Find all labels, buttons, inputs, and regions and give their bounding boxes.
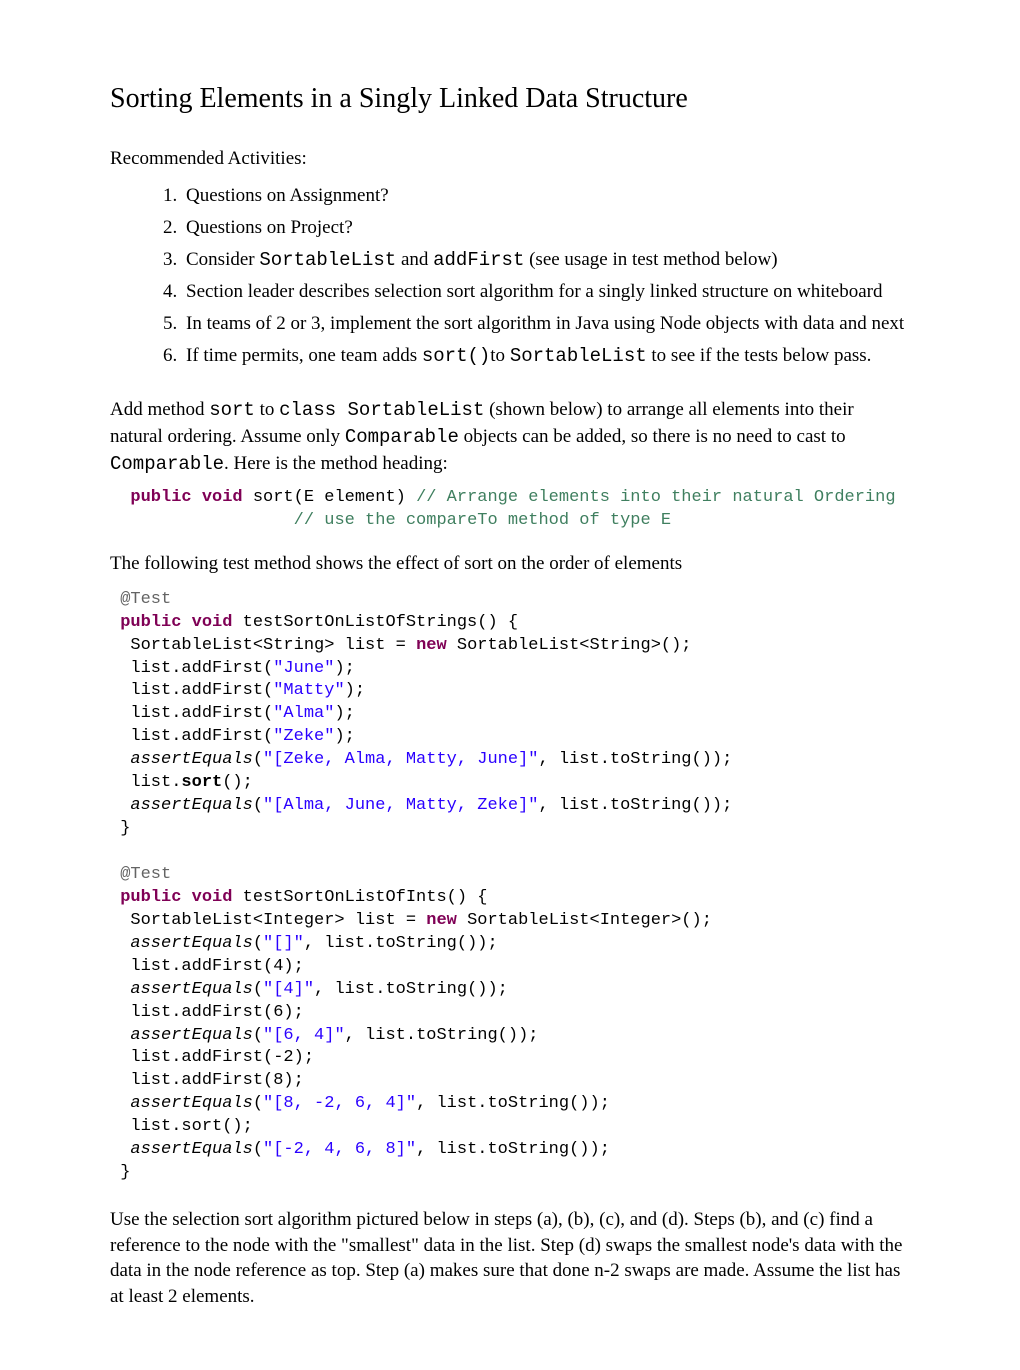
body-text: to (255, 399, 279, 420)
code-inline: class SortableList (279, 399, 484, 421)
code-inline: SortableList (510, 345, 647, 367)
list-text: to (490, 345, 510, 366)
code-bold: sort (181, 773, 222, 792)
code-text: } (110, 1163, 130, 1182)
code-italic: assertEquals (130, 980, 252, 999)
code-text: list.addFirst(6); (110, 1003, 304, 1022)
code-text: ); (334, 727, 354, 746)
body-text: . Here is the method heading: (224, 453, 448, 474)
code-keyword: new (416, 636, 447, 655)
body-paragraph: Add method sort to class SortableList (s… (110, 397, 910, 477)
code-italic: assertEquals (130, 750, 252, 769)
body-paragraph: Use the selection sort algorithm picture… (110, 1207, 910, 1310)
list-text: If time permits, one team adds (186, 345, 422, 366)
code-annotation: @Test (120, 590, 171, 609)
code-string: "[-2, 4, 6, 8]" (263, 1140, 416, 1159)
code-string: "[Zeke, Alma, Matty, June]" (263, 750, 538, 769)
list-item: Questions on Project? (182, 215, 910, 241)
code-annotation: @Test (120, 865, 171, 884)
code-text: , list.toString()); (304, 934, 498, 953)
code-text: , list.toString()); (416, 1140, 610, 1159)
code-text: list.addFirst(-2); (110, 1048, 314, 1067)
code-text: sort(E element) (243, 488, 416, 507)
code-string: "[4]" (263, 980, 314, 999)
code-comment: // use the compareTo method of type E (294, 511, 671, 530)
code-italic: assertEquals (130, 1094, 252, 1113)
code-text: ( (253, 934, 263, 953)
list-text: (see usage in test method below) (524, 249, 777, 270)
code-text: SortableList<String>(); (447, 636, 692, 655)
code-text: list. (110, 773, 181, 792)
code-block: @Test public void testSortOnListOfString… (110, 589, 910, 1185)
code-italic: assertEquals (130, 1140, 252, 1159)
code-text: SortableList<Integer> list = (110, 911, 426, 930)
list-text: Consider (186, 249, 259, 270)
code-text: testSortOnListOfStrings() { (232, 613, 518, 632)
page-title: Sorting Elements in a Singly Linked Data… (110, 80, 910, 118)
code-string: "Alma" (273, 704, 334, 723)
list-item: If time permits, one team adds sort() to … (182, 343, 910, 370)
code-text: ); (345, 681, 365, 700)
code-inline: SortableList (259, 249, 396, 271)
code-text: list.sort(); (110, 1117, 253, 1136)
code-string: "Matty" (273, 681, 344, 700)
code-text: list.addFirst( (110, 704, 273, 723)
list-text: and (396, 249, 433, 270)
code-inline: sort() (422, 345, 490, 367)
code-string: "[8, -2, 6, 4]" (263, 1094, 416, 1113)
code-text: (); (222, 773, 253, 792)
body-paragraph: The following test method shows the effe… (110, 551, 910, 577)
code-text: , list.toString()); (314, 980, 508, 999)
code-string: "[6, 4]" (263, 1026, 345, 1045)
code-text: ( (253, 750, 263, 769)
code-inline: Comparable (345, 426, 459, 448)
list-item: In teams of 2 or 3, implement the sort a… (182, 311, 910, 337)
code-text: list.addFirst( (110, 681, 273, 700)
code-text: ( (253, 1026, 263, 1045)
code-text: testSortOnListOfInts() { (232, 888, 487, 907)
code-text: list.addFirst(4); (110, 957, 304, 976)
list-item: Section leader describes selection sort … (182, 279, 910, 305)
code-keyword: public void (120, 613, 232, 632)
list-item: Consider SortableList and addFirst (see … (182, 247, 910, 274)
code-comment: // Arrange elements into their natural O… (416, 488, 895, 507)
code-string: "[Alma, June, Matty, Zeke]" (263, 796, 538, 815)
body-text: Add method (110, 399, 209, 420)
code-keyword: public void (120, 888, 232, 907)
code-keyword: new (426, 911, 457, 930)
code-italic: assertEquals (130, 1026, 252, 1045)
body-text: objects can be added, so there is no nee… (459, 426, 846, 447)
method-signature: public void sort(E element) // Arrange e… (110, 487, 910, 533)
code-text: , list.toString()); (538, 750, 732, 769)
code-text: list.addFirst( (110, 727, 273, 746)
code-text: ( (253, 796, 263, 815)
code-text: SortableList<String> list = (110, 636, 416, 655)
list-text: to see if the tests below pass. (647, 345, 872, 366)
code-keyword: public void (130, 488, 242, 507)
code-text: ( (253, 1094, 263, 1113)
code-inline: Comparable (110, 453, 224, 475)
code-inline: addFirst (433, 249, 524, 271)
code-inline: sort (209, 399, 255, 421)
code-text: SortableList<Integer>(); (457, 911, 712, 930)
code-text: ( (253, 980, 263, 999)
code-text: list.addFirst(8); (110, 1071, 304, 1090)
code-string: "[]" (263, 934, 304, 953)
code-text: , list.toString()); (416, 1094, 610, 1113)
code-italic: assertEquals (130, 934, 252, 953)
code-text: ); (334, 704, 354, 723)
code-text: } (110, 819, 130, 838)
code-text: list.addFirst( (110, 659, 273, 678)
code-string: "June" (273, 659, 334, 678)
code-italic: assertEquals (130, 796, 252, 815)
code-text: , list.toString()); (345, 1026, 539, 1045)
code-string: "Zeke" (273, 727, 334, 746)
activities-list: Questions on Assignment? Questions on Pr… (182, 183, 910, 369)
list-item: Questions on Assignment? (182, 183, 910, 209)
code-text: ); (334, 659, 354, 678)
recommended-label: Recommended Activities: (110, 146, 910, 172)
code-text: , list.toString()); (538, 796, 732, 815)
code-text: ( (253, 1140, 263, 1159)
